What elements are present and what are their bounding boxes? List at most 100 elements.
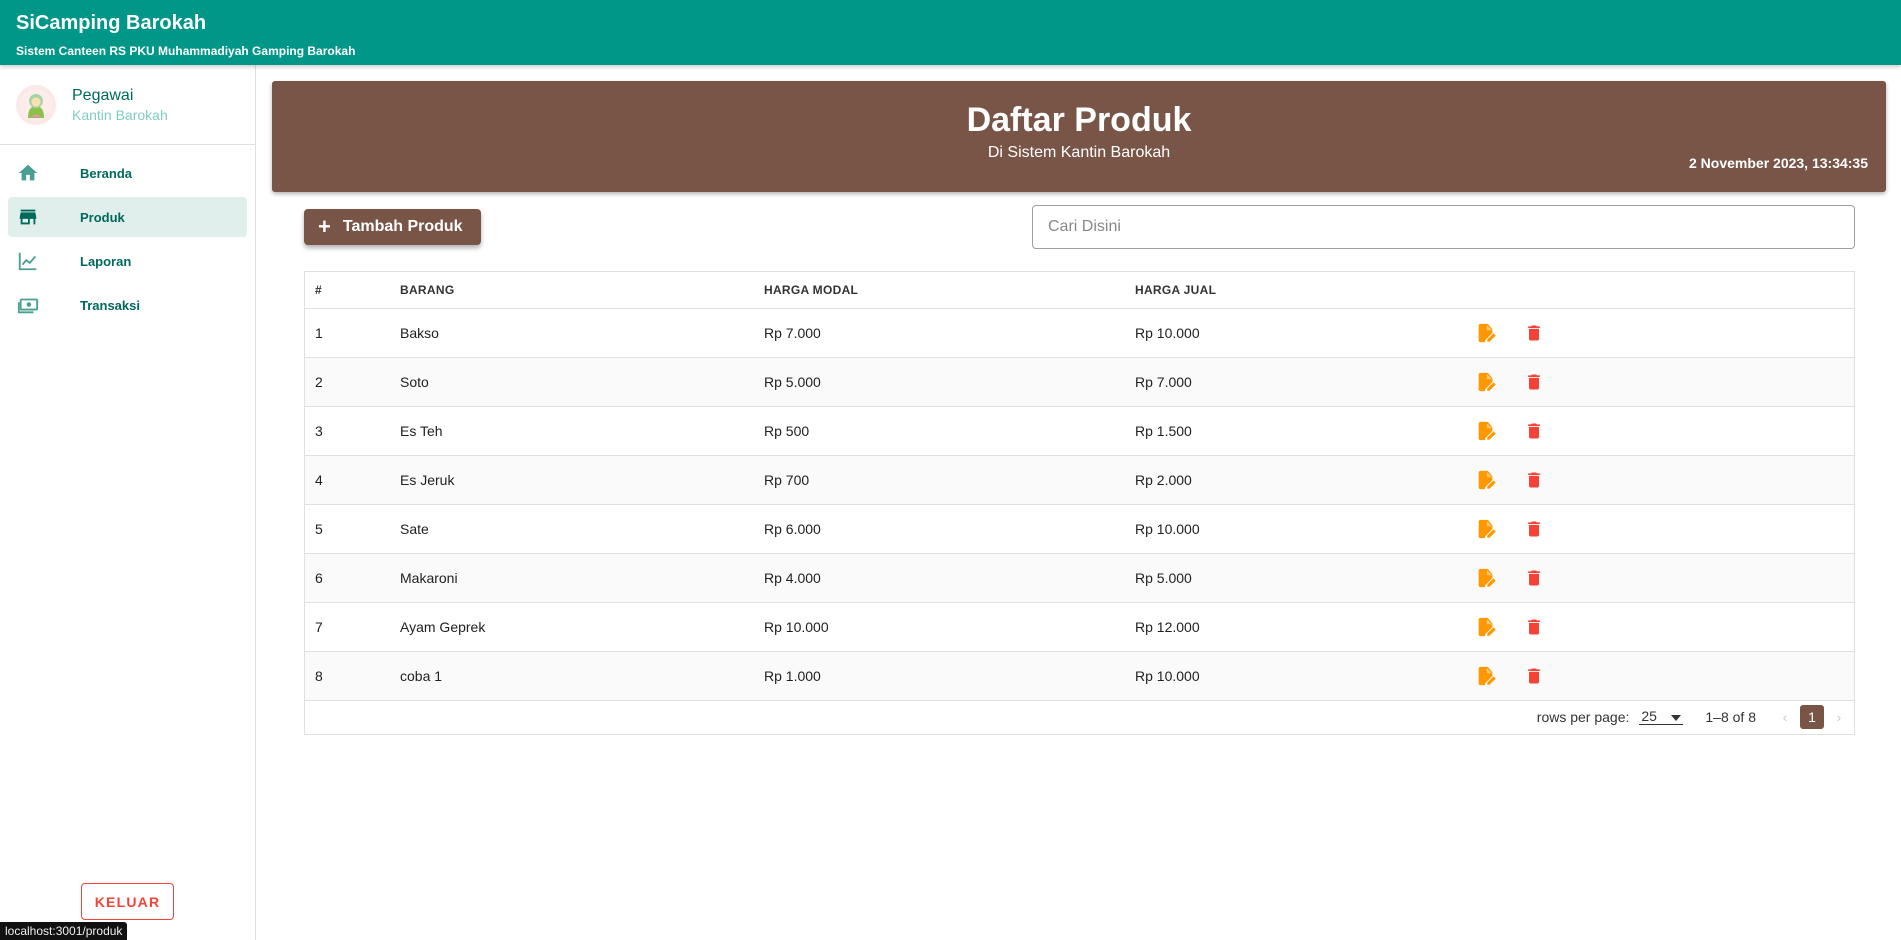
sidebar-item-laporan[interactable]: Laporan (8, 241, 247, 281)
cell-actions (1474, 553, 1854, 603)
edit-icon[interactable] (1474, 321, 1498, 345)
cell-harga-jual: Rp 7.000 (1135, 357, 1474, 407)
column-header-actions (1474, 272, 1854, 309)
cell-actions (1474, 357, 1854, 407)
cell-actions (1474, 308, 1854, 358)
delete-icon[interactable] (1522, 566, 1546, 590)
sidebar: Pegawai Kantin Barokah Beranda Produk La… (0, 65, 256, 940)
table-row: 6 Makaroni Rp 4.000 Rp 5.000 (305, 553, 1854, 603)
prev-page-icon[interactable]: ‹ (1778, 709, 1792, 725)
page-title: Daftar Produk (966, 101, 1192, 139)
cell-barang: Es Jeruk (400, 455, 764, 505)
cell-barang: Bakso (400, 308, 764, 358)
cell-harga-modal: Rp 4.000 (764, 553, 1135, 603)
table-row: 2 Soto Rp 5.000 Rp 7.000 (305, 357, 1854, 407)
cell-number: 4 (305, 455, 400, 505)
sidebar-nav: Beranda Produk Laporan Transaksi (0, 145, 255, 337)
delete-icon[interactable] (1522, 370, 1546, 394)
cell-number: 3 (305, 406, 400, 456)
cell-harga-modal: Rp 700 (764, 455, 1135, 505)
column-header-harga-jual[interactable]: HARGA JUAL (1135, 272, 1474, 309)
cell-number: 8 (305, 651, 400, 701)
app-title: SiCamping Barokah (16, 12, 207, 34)
datetime-label: 2 November 2023, 13:34:35 (1689, 155, 1868, 171)
status-bar-url: localhost:3001/produk (0, 922, 128, 940)
cell-actions (1474, 602, 1854, 652)
rows-per-page-label: rows per page: (1536, 708, 1630, 725)
cell-barang: Ayam Geprek (400, 602, 764, 652)
store-icon (16, 205, 40, 229)
cell-barang: Es Teh (400, 406, 764, 456)
delete-icon[interactable] (1522, 664, 1546, 688)
delete-icon[interactable] (1522, 615, 1546, 639)
table-row: 3 Es Teh Rp 500 Rp 1.500 (305, 406, 1854, 456)
user-profile: Pegawai Kantin Barokah (0, 65, 255, 145)
home-icon (16, 161, 40, 185)
next-page-icon[interactable]: › (1832, 709, 1846, 725)
cell-barang: Makaroni (400, 553, 764, 603)
table-pagination: rows per page: 25 1–8 of 8 ‹ 1 › (305, 699, 1854, 734)
cell-barang: Soto (400, 357, 764, 407)
cell-harga-modal: Rp 5.000 (764, 357, 1135, 407)
profile-name: Pegawai (72, 86, 134, 104)
column-header-harga-modal[interactable]: HARGA MODAL (764, 272, 1135, 309)
app-bar: SiCamping Barokah Sistem Canteen RS PKU … (0, 0, 1901, 65)
cell-actions (1474, 504, 1854, 554)
rows-per-page-value: 25 (1641, 708, 1657, 724)
app-subtitle: Sistem Canteen RS PKU Muhammadiyah Gampi… (16, 44, 356, 58)
cell-actions (1474, 651, 1854, 701)
column-header-number[interactable]: # (305, 272, 400, 309)
cash-icon (16, 293, 40, 317)
column-header-barang[interactable]: BARANG (400, 272, 764, 309)
edit-icon[interactable] (1474, 468, 1498, 492)
edit-icon[interactable] (1474, 370, 1498, 394)
sidebar-item-label: Beranda (80, 165, 133, 181)
rows-per-page-select[interactable]: 25 (1639, 708, 1684, 725)
table-header-row: # BARANG HARGA MODAL HARGA JUAL (305, 272, 1854, 309)
cell-actions (1474, 406, 1854, 456)
plus-icon: + (318, 214, 331, 239)
sidebar-item-label: Laporan (80, 253, 132, 269)
sidebar-item-label: Produk (80, 209, 125, 225)
cell-harga-modal: Rp 1.000 (764, 651, 1135, 701)
edit-icon[interactable] (1474, 419, 1498, 443)
sidebar-item-label: Transaksi (80, 297, 140, 313)
product-table: # BARANG HARGA MODAL HARGA JUAL 1 Bakso Rp… (304, 271, 1855, 735)
avatar (16, 84, 56, 125)
delete-icon[interactable] (1522, 517, 1546, 541)
delete-icon[interactable] (1522, 419, 1546, 443)
sidebar-item-produk[interactable]: Produk (8, 197, 247, 237)
cell-actions (1474, 455, 1854, 505)
cell-harga-jual: Rp 10.000 (1135, 308, 1474, 358)
cell-number: 7 (305, 602, 400, 652)
cell-harga-modal: Rp 7.000 (764, 308, 1135, 358)
edit-icon[interactable] (1474, 517, 1498, 541)
add-product-button[interactable]: + Tambah Produk (304, 209, 481, 245)
cell-harga-jual: Rp 12.000 (1135, 602, 1474, 652)
table-row: 1 Bakso Rp 7.000 Rp 10.000 (305, 308, 1854, 358)
page-range: 1–8 of 8 (1705, 708, 1756, 725)
sidebar-item-beranda[interactable]: Beranda (8, 153, 247, 193)
page-button-current[interactable]: 1 (1800, 704, 1824, 729)
cell-number: 2 (305, 357, 400, 407)
search-input[interactable] (1032, 205, 1855, 249)
cell-number: 6 (305, 553, 400, 603)
add-product-label: Tambah Produk (342, 218, 463, 235)
delete-icon[interactable] (1522, 321, 1546, 345)
cell-harga-jual: Rp 2.000 (1135, 455, 1474, 505)
chart-line-icon (16, 249, 40, 273)
cell-harga-modal: Rp 6.000 (764, 504, 1135, 554)
delete-icon[interactable] (1522, 468, 1546, 492)
edit-icon[interactable] (1474, 664, 1498, 688)
caret-down-icon (1671, 708, 1682, 724)
cell-harga-jual: Rp 10.000 (1135, 651, 1474, 701)
cell-harga-jual: Rp 1.500 (1135, 406, 1474, 456)
cell-number: 1 (305, 308, 400, 358)
cell-harga-modal: Rp 500 (764, 406, 1135, 456)
logout-button[interactable]: KELUAR (81, 883, 174, 920)
edit-icon[interactable] (1474, 566, 1498, 590)
cell-harga-modal: Rp 10.000 (764, 602, 1135, 652)
edit-icon[interactable] (1474, 615, 1498, 639)
cell-harga-jual: Rp 10.000 (1135, 504, 1474, 554)
sidebar-item-transaksi[interactable]: Transaksi (8, 285, 247, 325)
